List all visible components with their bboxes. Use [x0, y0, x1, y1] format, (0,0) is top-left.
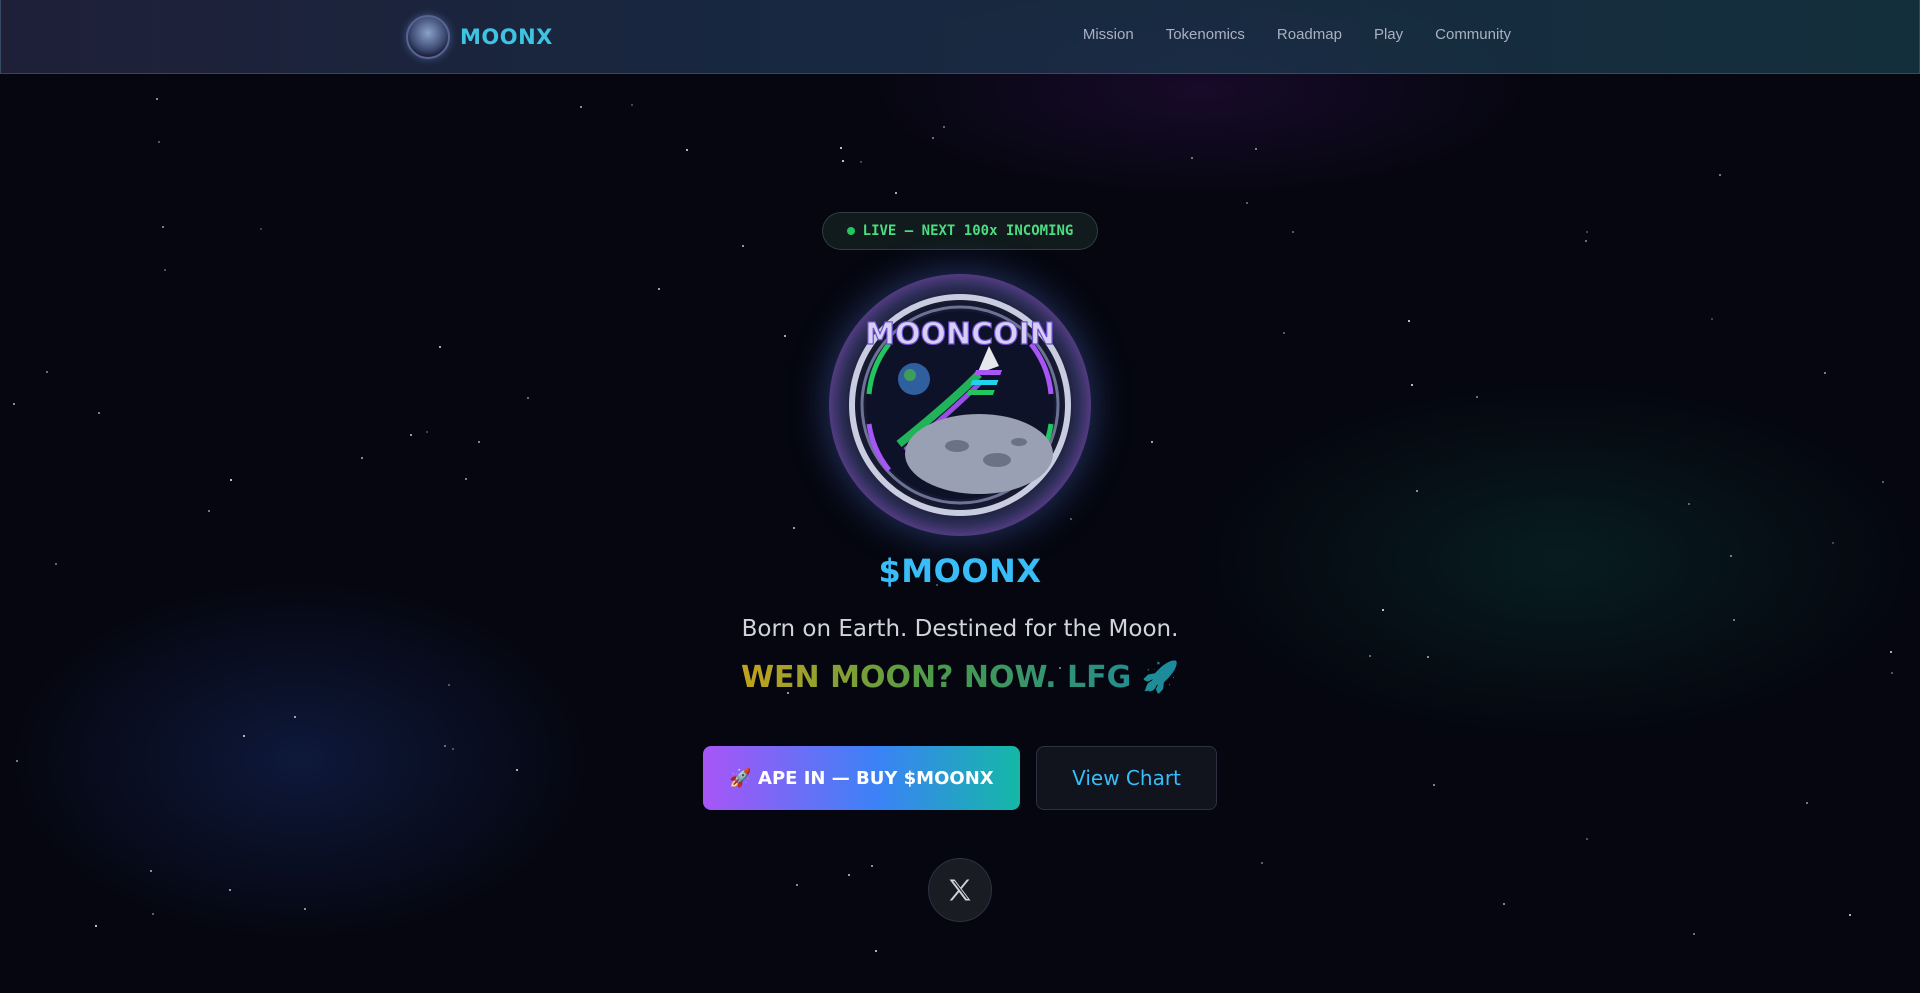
star	[1711, 318, 1713, 320]
star	[1246, 202, 1248, 204]
star	[1806, 802, 1808, 804]
star	[842, 160, 844, 162]
star	[361, 457, 363, 459]
star	[895, 192, 897, 194]
mooncoin-emblem: MOONCOIN	[829, 274, 1091, 536]
star	[95, 925, 97, 927]
star	[260, 228, 262, 230]
star	[98, 412, 100, 414]
star	[527, 397, 529, 399]
buy-moonx-button[interactable]: 🚀 APE IN — BUY $MOONX	[703, 746, 1020, 810]
star	[1882, 481, 1884, 483]
star	[13, 403, 15, 405]
star	[875, 950, 877, 952]
star	[162, 226, 164, 228]
live-badge-text: LIVE — NEXT 100x INCOMING	[862, 223, 1074, 239]
star	[943, 126, 945, 128]
star	[1719, 174, 1721, 176]
star	[784, 335, 786, 337]
star	[1408, 320, 1410, 322]
star	[1824, 372, 1826, 374]
star	[158, 141, 160, 143]
star	[860, 161, 862, 163]
nav-link-tokenomics[interactable]: Tokenomics	[1166, 26, 1245, 43]
mooncoin-illustration: MOONCOIN	[849, 294, 1071, 516]
star	[1427, 656, 1429, 658]
star	[1416, 490, 1418, 492]
star	[1369, 655, 1371, 657]
star	[452, 748, 454, 750]
token-ticker: $MOONX	[878, 552, 1042, 590]
star	[1191, 157, 1193, 159]
star	[1433, 784, 1435, 786]
star	[1261, 862, 1263, 864]
nav-link-roadmap[interactable]: Roadmap	[1277, 26, 1342, 43]
star	[1476, 396, 1478, 398]
star	[793, 527, 795, 529]
star	[1070, 518, 1072, 520]
star	[164, 269, 166, 271]
star	[465, 478, 467, 480]
star	[294, 716, 296, 718]
star	[243, 735, 245, 737]
star	[1586, 231, 1588, 233]
star	[742, 245, 744, 247]
star	[444, 745, 446, 747]
star	[152, 913, 154, 915]
hero-slogan: WEN MOON? NOW. LFG 🚀	[0, 660, 1920, 695]
star	[1693, 933, 1695, 935]
star	[658, 288, 660, 290]
star	[1283, 332, 1285, 334]
star	[631, 104, 633, 106]
star	[439, 346, 441, 348]
star	[229, 889, 231, 891]
x-social-button[interactable]	[928, 858, 992, 922]
star	[208, 510, 210, 512]
live-dot-icon	[846, 227, 855, 235]
star	[516, 769, 518, 771]
top-navbar: MOONX Mission Tokenomics Roadmap Play Co…	[0, 0, 1920, 74]
star	[156, 98, 158, 100]
view-chart-button[interactable]: View Chart	[1036, 746, 1217, 810]
star	[304, 908, 306, 910]
star	[840, 147, 842, 149]
brand[interactable]: MOONX	[406, 15, 553, 59]
star	[1255, 148, 1257, 150]
star	[1688, 503, 1690, 505]
star	[478, 441, 480, 443]
brand-logo-icon	[406, 15, 450, 59]
star	[1411, 384, 1413, 386]
star	[16, 760, 18, 762]
star	[230, 479, 232, 481]
brand-name: MOONX	[460, 25, 553, 49]
star	[932, 137, 934, 139]
star	[1890, 651, 1892, 653]
x-logo-icon	[949, 879, 971, 901]
star	[46, 371, 48, 373]
star	[871, 865, 873, 867]
star	[1586, 838, 1588, 840]
star	[1832, 542, 1834, 544]
coin-wordmark: MOONCOIN	[865, 317, 1055, 352]
nav-links: Mission Tokenomics Roadmap Play Communit…	[1083, 26, 1511, 43]
star	[1585, 240, 1587, 242]
star	[580, 106, 582, 108]
star	[1382, 609, 1384, 611]
nav-link-mission[interactable]: Mission	[1083, 26, 1134, 43]
nav-link-play[interactable]: Play	[1374, 26, 1403, 43]
star	[1503, 903, 1505, 905]
nav-link-community[interactable]: Community	[1435, 26, 1511, 43]
star	[410, 434, 412, 436]
star	[426, 431, 428, 433]
star	[1151, 441, 1153, 443]
star	[1292, 231, 1294, 233]
hero-tagline: Born on Earth. Destined for the Moon.	[741, 616, 1179, 642]
star	[150, 870, 152, 872]
star	[848, 874, 850, 876]
star	[1849, 914, 1851, 916]
hero-slogan-text: WEN MOON? NOW. LFG 🚀	[740, 660, 1180, 695]
star	[686, 149, 688, 151]
star	[796, 884, 798, 886]
live-status-badge: LIVE — NEXT 100x INCOMING	[822, 212, 1098, 250]
